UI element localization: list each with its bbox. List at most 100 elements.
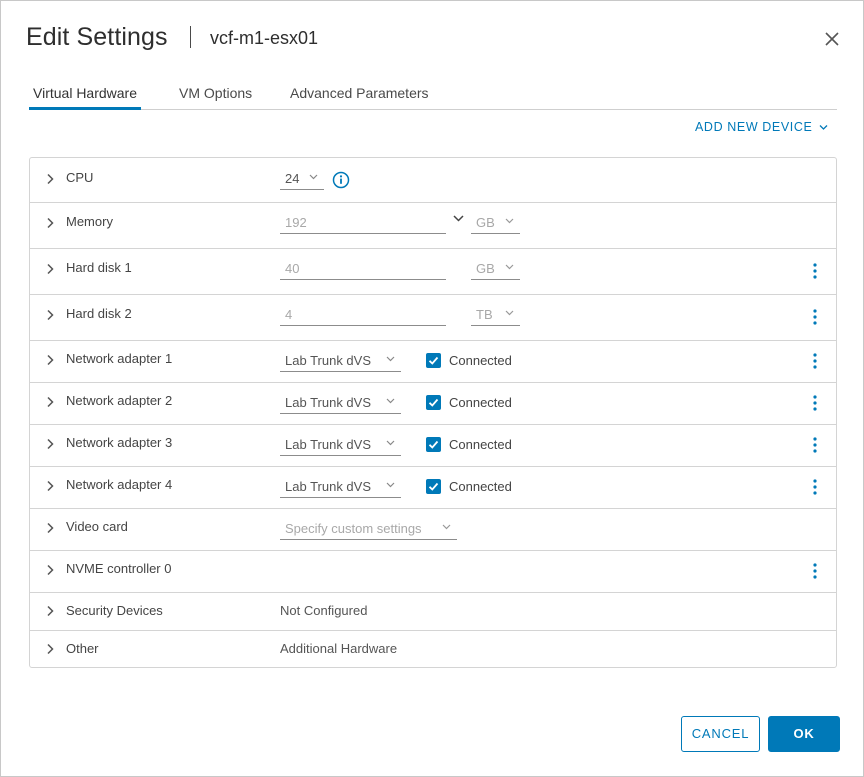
kebab-menu-icon[interactable] bbox=[810, 478, 820, 496]
add-new-device-button[interactable]: ADD NEW DEVICE bbox=[695, 120, 828, 134]
network-adapter-3-connected-label: Connected bbox=[449, 437, 512, 452]
chevron-down-icon bbox=[309, 174, 318, 180]
video-card-value: Specify custom settings bbox=[285, 521, 422, 536]
row-hard-disk-2: Hard disk 2 4 TB bbox=[30, 295, 836, 341]
hard-disk-1-label: Hard disk 1 bbox=[66, 260, 132, 275]
chevron-right-icon[interactable] bbox=[45, 173, 55, 185]
kebab-menu-icon[interactable] bbox=[810, 562, 820, 580]
cpu-value: 24 bbox=[285, 171, 300, 186]
network-adapter-4-select[interactable]: Lab Trunk dVS bbox=[280, 477, 401, 498]
row-memory: Memory 192 GB bbox=[30, 203, 836, 249]
network-adapter-4-label: Network adapter 4 bbox=[66, 477, 173, 492]
row-other: Other Additional Hardware bbox=[30, 631, 836, 667]
hard-disk-2-unit: TB bbox=[476, 307, 493, 322]
network-adapter-3-label: Network adapter 3 bbox=[66, 435, 173, 450]
cancel-button[interactable]: CANCEL bbox=[681, 716, 760, 752]
memory-unit-select[interactable]: GB bbox=[471, 213, 520, 234]
kebab-menu-icon[interactable] bbox=[810, 394, 820, 412]
chevron-down-icon bbox=[386, 440, 395, 446]
checkbox-checked-icon[interactable] bbox=[426, 479, 441, 494]
kebab-menu-icon[interactable] bbox=[810, 262, 820, 280]
tab-virtual-hardware[interactable]: Virtual Hardware bbox=[29, 85, 142, 110]
checkbox-checked-icon[interactable] bbox=[426, 353, 441, 368]
chevron-right-icon[interactable] bbox=[45, 480, 55, 492]
hardware-grid: CPU 24 Memory 192 GB Hard disk 1 40 GB H… bbox=[29, 157, 837, 668]
chevron-right-icon[interactable] bbox=[45, 354, 55, 366]
ok-button[interactable]: OK bbox=[768, 716, 840, 752]
memory-unit: GB bbox=[476, 215, 495, 230]
memory-input[interactable]: 192 bbox=[280, 213, 446, 234]
network-adapter-4-network: Lab Trunk dVS bbox=[285, 479, 371, 494]
kebab-menu-icon[interactable] bbox=[810, 436, 820, 454]
chevron-down-icon bbox=[505, 310, 514, 316]
hard-disk-2-label: Hard disk 2 bbox=[66, 306, 132, 321]
row-network-adapter-1: Network adapter 1 Lab Trunk dVS Connecte… bbox=[30, 341, 836, 383]
chevron-right-icon[interactable] bbox=[45, 309, 55, 321]
network-adapter-1-label: Network adapter 1 bbox=[66, 351, 173, 366]
hard-disk-1-unit: GB bbox=[476, 261, 495, 276]
row-network-adapter-3: Network adapter 3 Lab Trunk dVS Connecte… bbox=[30, 425, 836, 467]
network-adapter-3-select[interactable]: Lab Trunk dVS bbox=[280, 435, 401, 456]
network-adapter-1-network: Lab Trunk dVS bbox=[285, 353, 371, 368]
row-cpu: CPU 24 bbox=[30, 158, 836, 203]
row-network-adapter-4: Network adapter 4 Lab Trunk dVS Connecte… bbox=[30, 467, 836, 509]
other-label: Other bbox=[66, 641, 99, 656]
chevron-down-icon bbox=[819, 125, 827, 131]
network-adapter-1-select[interactable]: Lab Trunk dVS bbox=[280, 351, 401, 372]
chevron-right-icon[interactable] bbox=[45, 605, 55, 617]
chevron-right-icon[interactable] bbox=[45, 263, 55, 275]
memory-label: Memory bbox=[66, 214, 113, 229]
chevron-right-icon[interactable] bbox=[45, 522, 55, 534]
title-divider bbox=[190, 26, 191, 48]
chevron-right-icon[interactable] bbox=[45, 564, 55, 576]
hard-disk-2-input[interactable]: 4 bbox=[280, 305, 446, 326]
hard-disk-1-input[interactable]: 40 bbox=[280, 259, 446, 280]
tab-bar: Virtual Hardware VM Options Advanced Par… bbox=[29, 85, 837, 110]
tab-vm-options[interactable]: VM Options bbox=[175, 85, 256, 110]
hard-disk-2-unit-select[interactable]: TB bbox=[471, 305, 520, 326]
network-adapter-2-select[interactable]: Lab Trunk dVS bbox=[280, 393, 401, 414]
chevron-down-icon bbox=[386, 482, 395, 488]
kebab-menu-icon[interactable] bbox=[810, 308, 820, 326]
other-value: Additional Hardware bbox=[280, 641, 398, 656]
tab-advanced-parameters[interactable]: Advanced Parameters bbox=[286, 85, 433, 110]
info-icon[interactable] bbox=[332, 171, 350, 189]
row-nvme-controller: NVME controller 0 bbox=[30, 551, 836, 593]
chevron-down-icon bbox=[505, 218, 514, 224]
chevron-down-icon bbox=[386, 356, 395, 362]
edit-settings-dialog: Edit Settings vcf-m1-esx01 Virtual Hardw… bbox=[0, 0, 864, 777]
video-card-select[interactable]: Specify custom settings bbox=[280, 519, 457, 540]
chevron-right-icon[interactable] bbox=[45, 396, 55, 408]
row-network-adapter-2: Network adapter 2 Lab Trunk dVS Connecte… bbox=[30, 383, 836, 425]
dialog-title: Edit Settings bbox=[26, 23, 168, 51]
cpu-select[interactable]: 24 bbox=[280, 169, 324, 190]
network-adapter-2-label: Network adapter 2 bbox=[66, 393, 173, 408]
row-video-card: Video card Specify custom settings bbox=[30, 509, 836, 551]
cpu-label: CPU bbox=[66, 170, 94, 185]
network-adapter-2-connected-label: Connected bbox=[449, 395, 512, 410]
chevron-down-icon bbox=[505, 264, 514, 270]
vm-name: vcf-m1-esx01 bbox=[210, 28, 319, 48]
security-devices-value: Not Configured bbox=[280, 603, 368, 618]
chevron-down-icon bbox=[442, 524, 451, 530]
checkbox-checked-icon[interactable] bbox=[426, 437, 441, 452]
row-security-devices: Security Devices Not Configured bbox=[30, 593, 836, 631]
network-adapter-2-network: Lab Trunk dVS bbox=[285, 395, 371, 410]
close-icon[interactable] bbox=[821, 28, 843, 50]
chevron-down-icon bbox=[386, 398, 395, 404]
chevron-right-icon[interactable] bbox=[45, 438, 55, 450]
network-adapter-4-connected-label: Connected bbox=[449, 479, 512, 494]
network-adapter-1-connected-label: Connected bbox=[449, 353, 512, 368]
hard-disk-1-unit-select[interactable]: GB bbox=[471, 259, 520, 280]
row-hard-disk-1: Hard disk 1 40 GB bbox=[30, 249, 836, 295]
checkbox-checked-icon[interactable] bbox=[426, 395, 441, 410]
video-card-label: Video card bbox=[66, 519, 128, 534]
chevron-right-icon[interactable] bbox=[45, 643, 55, 655]
chevron-down-icon[interactable] bbox=[453, 215, 464, 222]
add-new-device-label: ADD NEW DEVICE bbox=[695, 120, 813, 134]
network-adapter-3-network: Lab Trunk dVS bbox=[285, 437, 371, 452]
security-devices-label: Security Devices bbox=[66, 603, 163, 618]
kebab-menu-icon[interactable] bbox=[810, 352, 820, 370]
nvme-controller-label: NVME controller 0 bbox=[66, 561, 172, 576]
chevron-right-icon[interactable] bbox=[45, 217, 55, 229]
